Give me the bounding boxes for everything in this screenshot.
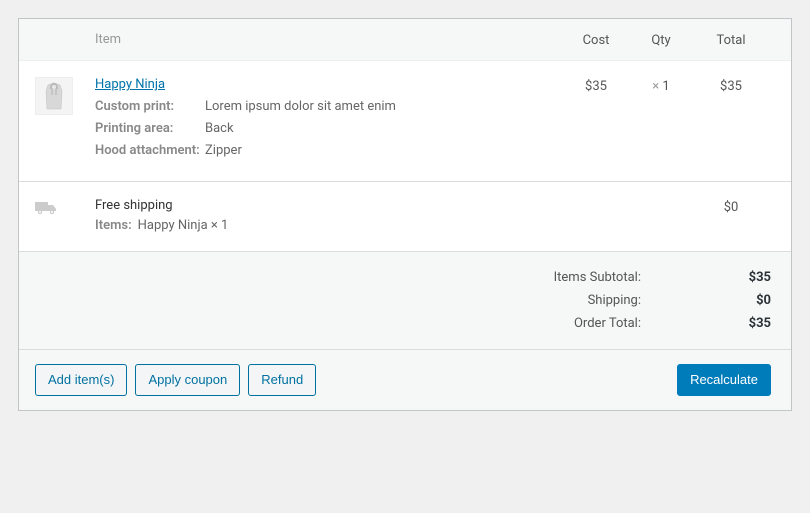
actions-bar: Add item(s) Apply coupon Refund Recalcul… <box>19 349 791 410</box>
shipping-row: Free shipping Items: Happy Ninja × 1 $0 <box>19 181 791 251</box>
right-actions: Recalculate <box>677 364 771 396</box>
item-details: Happy Ninja Custom print: Lorem ipsum do… <box>95 77 561 165</box>
subtotal-value: $35 <box>731 270 771 285</box>
meta-value-printing-area: Back <box>205 120 234 138</box>
product-thumbnail <box>35 77 73 115</box>
add-items-button[interactable]: Add item(s) <box>35 364 127 396</box>
meta-label-printing-area: Printing area: <box>95 120 205 138</box>
apply-coupon-button[interactable]: Apply coupon <box>135 364 240 396</box>
header-qty: Qty <box>631 31 691 48</box>
shipping-name: Free shipping <box>95 198 561 213</box>
shipping-value: $0 <box>731 293 771 308</box>
header-total: Total <box>691 31 771 48</box>
meta-value-custom-print: Lorem ipsum dolor sit amet enim <box>205 98 396 116</box>
header-item: Item <box>95 32 561 47</box>
product-link[interactable]: Happy Ninja <box>95 77 165 92</box>
meta-label-custom-print: Custom print: <box>95 98 205 116</box>
shipping-items-value: Happy Ninja × 1 <box>138 217 229 235</box>
truck-icon <box>35 198 95 220</box>
subtotal-label: Items Subtotal: <box>554 270 641 285</box>
table-header: Item Cost Qty Total <box>19 19 791 60</box>
item-total: $35 <box>691 77 771 94</box>
line-item-row: Happy Ninja Custom print: Lorem ipsum do… <box>19 60 791 181</box>
item-qty: × 1 <box>631 77 691 94</box>
order-items-panel: Item Cost Qty Total Happy Ninja Custom p… <box>18 18 792 411</box>
recalculate-button[interactable]: Recalculate <box>677 364 771 396</box>
shipping-details: Free shipping Items: Happy Ninja × 1 <box>95 198 561 235</box>
shipping-total: $0 <box>691 198 771 215</box>
totals-section: Items Subtotal: $35 Shipping: $0 Order T… <box>19 251 791 349</box>
shipping-items-label: Items: <box>95 217 132 235</box>
refund-button[interactable]: Refund <box>248 364 316 396</box>
meta-label-hood: Hood attachment: <box>95 142 205 160</box>
left-actions: Add item(s) Apply coupon Refund <box>35 364 316 396</box>
item-cost: $35 <box>561 77 631 94</box>
header-cost: Cost <box>561 31 631 48</box>
order-total-value: $35 <box>731 316 771 331</box>
hoodie-icon <box>42 81 66 111</box>
shipping-label: Shipping: <box>588 293 641 308</box>
order-total-label: Order Total: <box>574 316 641 331</box>
meta-value-hood: Zipper <box>205 142 242 160</box>
